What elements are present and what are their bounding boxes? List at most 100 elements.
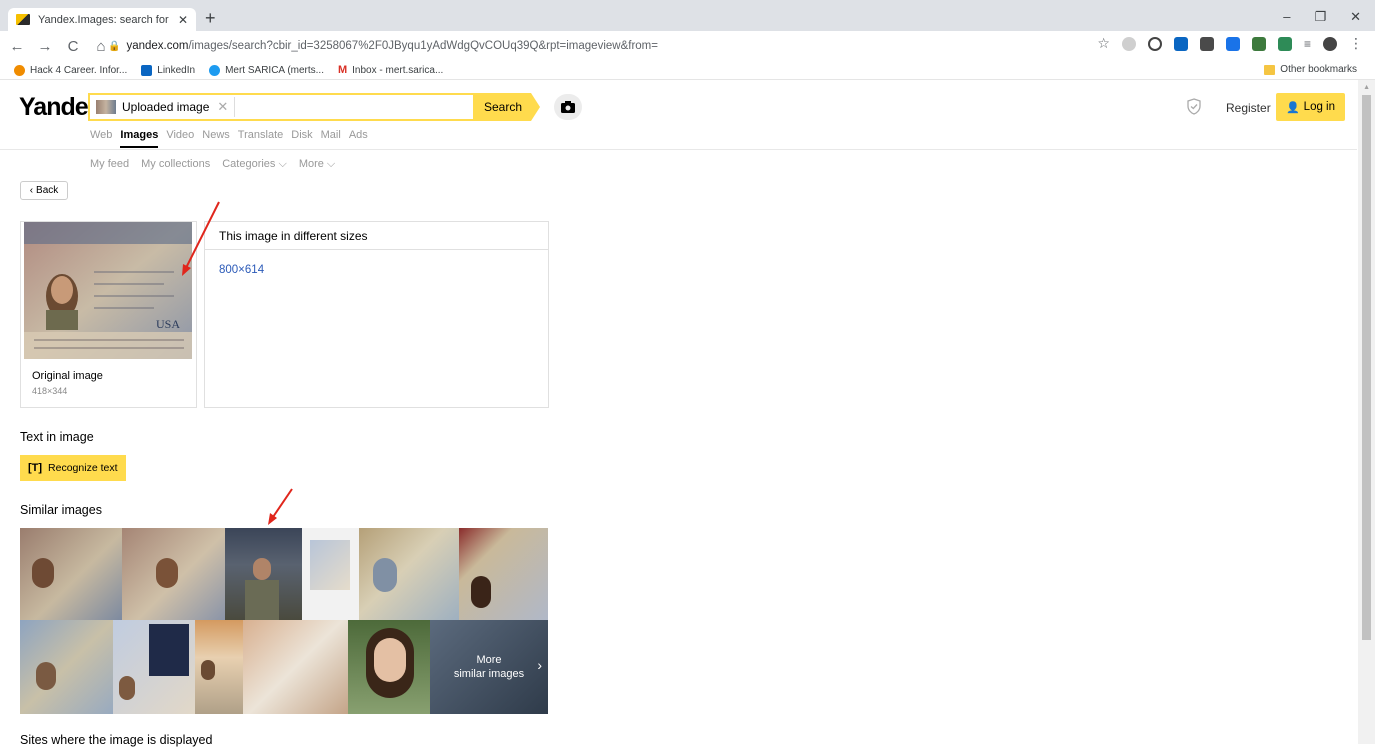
- text-recognize-icon: [T]: [28, 462, 43, 474]
- similar-image-thumbnail[interactable]: [195, 620, 243, 714]
- lock-icon: 🔒: [108, 40, 121, 52]
- thumbnail-face: [201, 660, 215, 680]
- original-image-title[interactable]: Original image: [32, 370, 103, 382]
- bookmarks-bar: Hack 4 Career. Infor... LinkedIn Mert SA…: [0, 61, 1375, 80]
- image-sizes-title: This image in different sizes: [219, 229, 368, 243]
- browser-tab[interactable]: Yandex.Images: search for image ✕: [8, 8, 196, 31]
- scrollbar-thumb[interactable]: [1362, 95, 1371, 640]
- similar-image-thumbnail[interactable]: [459, 528, 548, 620]
- linkedin-extension-icon[interactable]: [1173, 36, 1188, 51]
- search-box[interactable]: Uploaded image ✕: [88, 93, 475, 121]
- service-images[interactable]: Images: [120, 129, 159, 148]
- service-translate[interactable]: Translate: [238, 129, 283, 148]
- extension-badge-icon[interactable]: [1199, 36, 1214, 51]
- camera-search-icon[interactable]: [554, 94, 582, 120]
- service-news[interactable]: News: [202, 129, 230, 148]
- thumbnail-face: [156, 558, 178, 588]
- tab-close-icon[interactable]: ✕: [178, 13, 188, 27]
- chevron-right-icon: ›: [537, 657, 542, 673]
- more-similar-images-button[interactable]: More similar images ›: [430, 620, 548, 714]
- images-subnav: My feed My collections Categories ⌵ More…: [90, 158, 335, 171]
- extension-green-icon[interactable]: [1277, 36, 1292, 51]
- extension-blue-icon[interactable]: [1225, 36, 1240, 51]
- search-button-arrow: [531, 93, 540, 121]
- service-ads[interactable]: Ads: [349, 129, 368, 148]
- bookmark-item[interactable]: Hack 4 Career. Infor...: [14, 64, 127, 76]
- new-tab-button[interactable]: +: [205, 9, 216, 27]
- block-icon[interactable]: [1147, 36, 1162, 51]
- back-arrow-icon[interactable]: ←: [6, 38, 28, 55]
- back-button[interactable]: ‹ Back: [20, 181, 68, 200]
- subnav-my-feed[interactable]: My feed: [90, 158, 129, 171]
- similar-image-thumbnail[interactable]: [348, 620, 430, 714]
- uploaded-image-thumbnail: [96, 100, 116, 114]
- bookmark-item[interactable]: M Inbox - mert.sarica...: [338, 64, 443, 76]
- reading-list-icon[interactable]: ≡: [1304, 37, 1311, 51]
- similar-image-thumbnail[interactable]: [122, 528, 225, 620]
- services-nav: Web Images Video News Translate Disk Mai…: [90, 129, 368, 148]
- original-image[interactable]: USA: [24, 222, 192, 359]
- bookmark-star-icon[interactable]: ☆: [1097, 35, 1110, 52]
- forward-arrow-icon[interactable]: →: [34, 38, 56, 55]
- thumbnail-face: [471, 576, 491, 608]
- thumbnail-face: [119, 676, 135, 700]
- minimize-icon[interactable]: –: [1283, 9, 1290, 25]
- gmail-icon: M: [337, 64, 348, 76]
- subnav-more[interactable]: More ⌵: [299, 158, 335, 171]
- subnav-categories[interactable]: Categories ⌵: [222, 158, 287, 171]
- extensions-area: ☆ ≡ ⋮: [1097, 35, 1363, 52]
- remove-image-icon[interactable]: ✕: [217, 99, 228, 115]
- similar-image-thumbnail[interactable]: [20, 620, 113, 714]
- thumbnail-passport-cover: [149, 624, 189, 676]
- thumbnail-face: [32, 558, 54, 588]
- service-video[interactable]: Video: [166, 129, 194, 148]
- svg-text:USA: USA: [156, 317, 180, 331]
- login-button[interactable]: 👤 Log in: [1276, 93, 1345, 121]
- tab-title: Yandex.Images: search for image: [38, 13, 172, 26]
- search-button[interactable]: Search: [475, 93, 531, 121]
- subnav-my-collections[interactable]: My collections: [141, 158, 210, 171]
- thumbnail-person: [253, 558, 271, 580]
- similar-image-thumbnail[interactable]: [243, 620, 348, 714]
- similar-image-thumbnail[interactable]: [225, 528, 302, 620]
- reload-icon[interactable]: C: [62, 38, 84, 55]
- yandex-favicon-icon: [16, 14, 30, 25]
- similar-image-thumbnail[interactable]: [20, 528, 122, 620]
- similar-images-heading: Similar images: [20, 503, 102, 517]
- scroll-up-icon[interactable]: ▲: [1363, 84, 1370, 91]
- image-size-link[interactable]: 800×614: [219, 264, 264, 276]
- chevron-left-icon: ‹: [29, 185, 34, 196]
- service-mail[interactable]: Mail: [321, 129, 341, 148]
- restore-icon[interactable]: ❐: [1314, 9, 1326, 25]
- register-link[interactable]: Register: [1226, 101, 1271, 115]
- address-bar[interactable]: 🔒 yandex.com /images/search?cbir_id=3258…: [108, 36, 1108, 56]
- extension-animal-icon[interactable]: [1251, 36, 1266, 51]
- twitter-icon: [209, 64, 221, 76]
- shield-icon[interactable]: [1186, 98, 1202, 119]
- bookmark-item[interactable]: LinkedIn: [141, 64, 195, 76]
- recognize-text-button[interactable]: [T] Recognize text: [20, 455, 126, 481]
- bookmark-item[interactable]: Mert SARICA (merts...: [209, 64, 324, 76]
- uploaded-image-chip[interactable]: Uploaded image ✕: [96, 97, 236, 117]
- service-disk[interactable]: Disk: [291, 129, 312, 148]
- thumbnail-uniform: [245, 580, 279, 620]
- browser-menu-icon[interactable]: ⋮: [1349, 35, 1363, 52]
- user-icon: 👤: [1285, 101, 1300, 114]
- other-bookmarks[interactable]: Other bookmarks: [1264, 64, 1357, 75]
- similar-image-thumbnail[interactable]: [302, 528, 359, 620]
- thumbnail-face: [374, 638, 406, 682]
- profile-avatar-icon[interactable]: [1323, 36, 1337, 51]
- extension-icon[interactable]: [1121, 36, 1136, 51]
- hack4career-icon: [14, 64, 25, 76]
- passport-photo-image: USA: [24, 222, 192, 359]
- linkedin-icon: [141, 64, 153, 76]
- text-in-image-heading: Text in image: [20, 430, 94, 444]
- window-controls: – ❐ ✕: [1283, 9, 1361, 25]
- url-path: /images/search?cbir_id=3258067%2F0JByqu1…: [188, 40, 658, 52]
- close-window-icon[interactable]: ✕: [1350, 9, 1361, 25]
- sizes-divider: [205, 249, 548, 250]
- service-web[interactable]: Web: [90, 129, 112, 148]
- similar-image-thumbnail[interactable]: [113, 620, 195, 714]
- header-divider: [0, 149, 1357, 150]
- similar-image-thumbnail[interactable]: [359, 528, 459, 620]
